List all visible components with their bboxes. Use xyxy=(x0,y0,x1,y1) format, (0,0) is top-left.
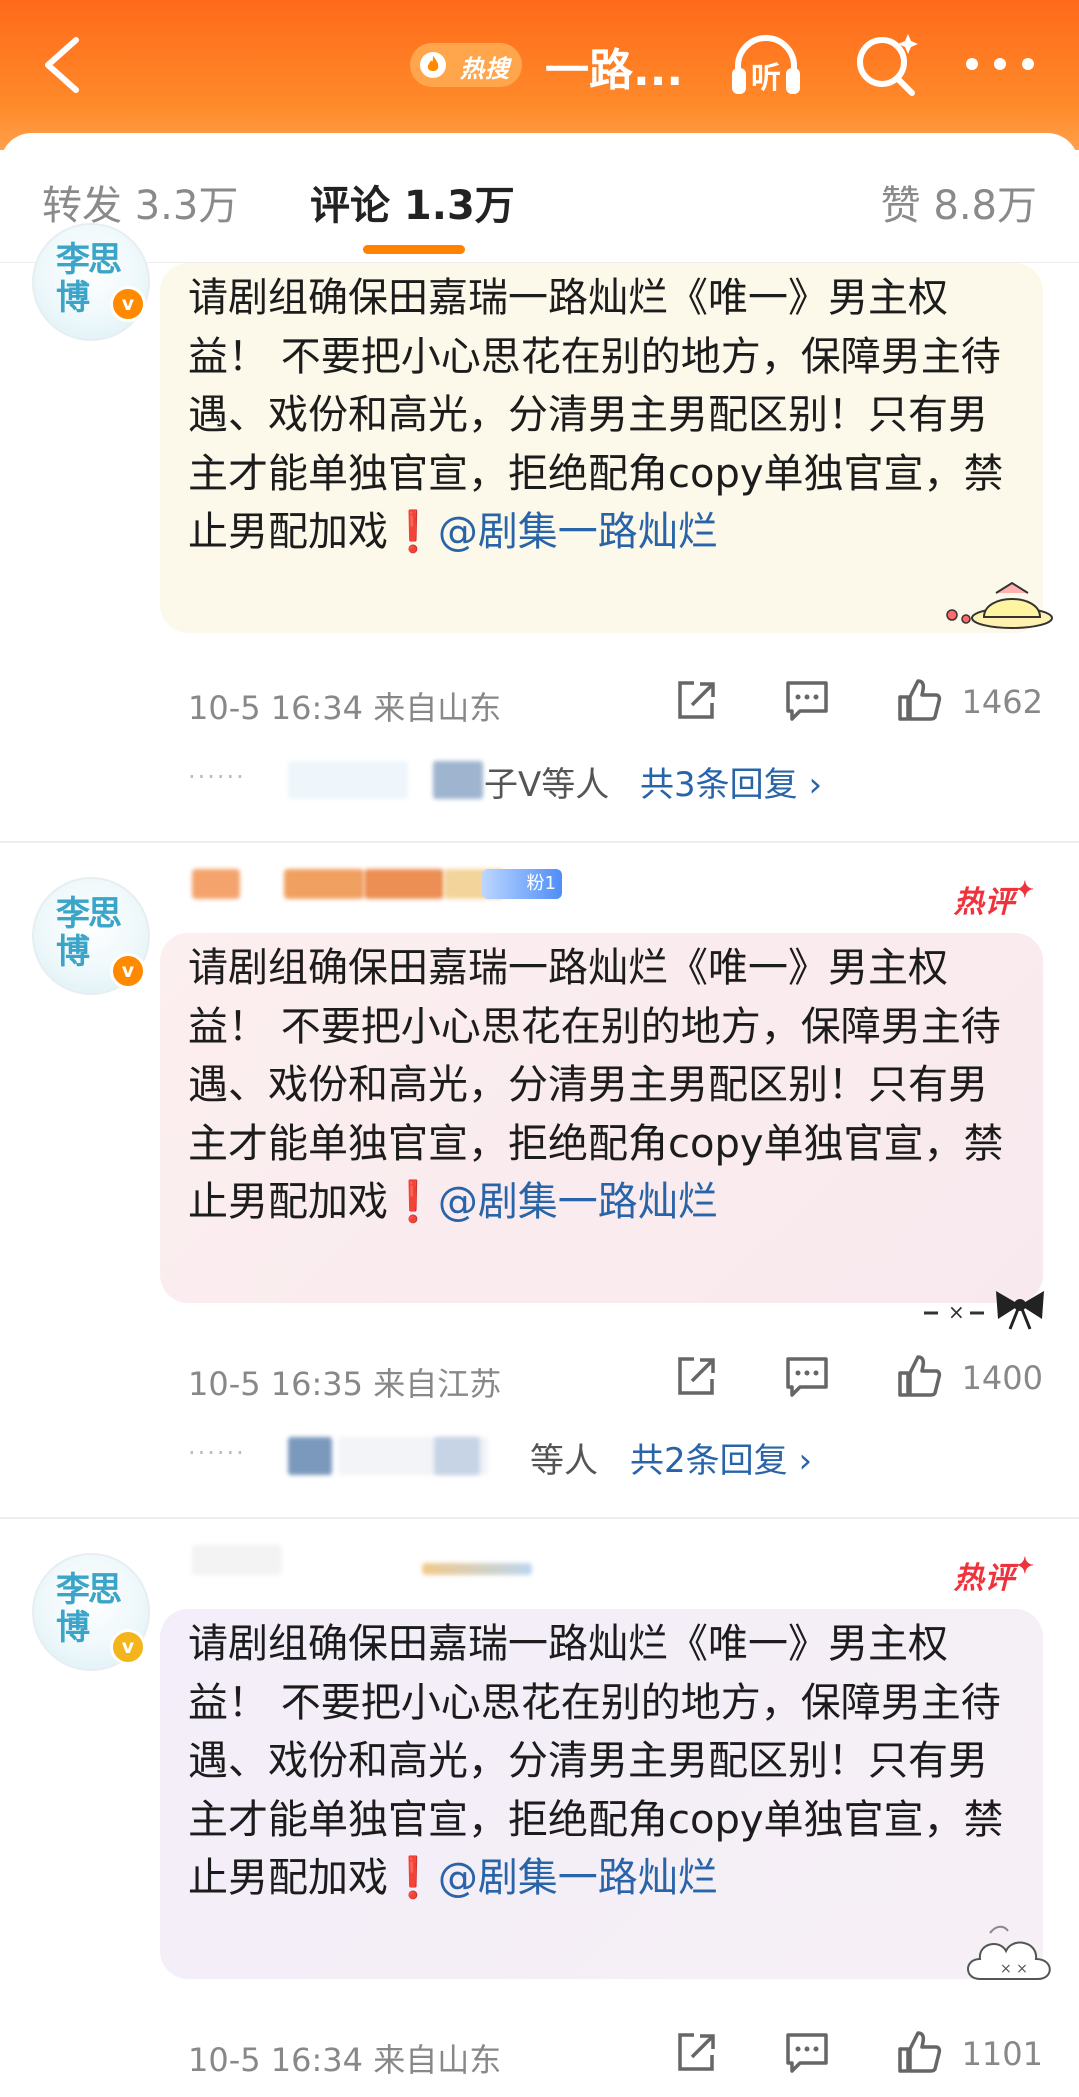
tab-comments[interactable]: 评论 1.3万 xyxy=(310,173,515,231)
bow-sticker-icon: × xyxy=(924,1291,1044,1330)
comment-meta: 10-5 16:34 来自山东 1462 xyxy=(188,677,1043,727)
reply-icon[interactable] xyxy=(784,2029,830,2075)
reply-icon[interactable] xyxy=(784,677,830,723)
flame-icon xyxy=(420,52,446,78)
like-icon[interactable] xyxy=(896,2029,942,2075)
blurred-username xyxy=(192,869,240,899)
comment-text: 请剧组确保田嘉瑞一路灿烂《唯一》男主权益！ 不要把小心思花在别的地方，保障男主待… xyxy=(188,1615,1018,1908)
back-button[interactable] xyxy=(36,30,96,100)
comment-time-location: 10-5 16:34 来自山东 xyxy=(188,689,502,727)
reply-divider: ······ xyxy=(188,763,246,791)
view-replies-link[interactable]: 共2条回复 › xyxy=(630,1433,812,1482)
tab-repost[interactable]: 转发 3.3万 xyxy=(42,173,238,231)
like-count: 1400 xyxy=(961,1359,1043,1397)
verified-badge-icon: v xyxy=(110,953,146,989)
more-button[interactable] xyxy=(960,52,1040,76)
page-title: 一路... xyxy=(545,45,684,96)
mention-link[interactable]: @剧集一路灿烂 xyxy=(438,1179,718,1225)
reply-icon[interactable] xyxy=(784,1353,830,1399)
exclamation-icon: ❗ xyxy=(388,1179,438,1225)
hot-comment-tag: 热评✦ xyxy=(953,1553,1035,1596)
blurred-username xyxy=(284,869,364,899)
reply-summary[interactable]: ······ 等人 共2条回复 › xyxy=(188,1431,1043,1482)
cloud-sticker-icon: × × xyxy=(967,1925,1051,1980)
top-bar: 热搜 一路... 听 xyxy=(0,0,1079,150)
share-icon[interactable] xyxy=(672,1353,718,1399)
like-count: 1101 xyxy=(961,2035,1043,2073)
back-arrow-icon xyxy=(45,37,79,93)
active-tab-indicator xyxy=(363,245,465,254)
blurred-username xyxy=(192,1545,282,1575)
headphones-icon: 听 xyxy=(732,35,800,96)
like-count: 1462 xyxy=(961,683,1043,721)
blurred-username xyxy=(364,869,444,899)
more-dots-icon xyxy=(966,58,1034,70)
share-icon[interactable] xyxy=(672,2029,718,2075)
blurred-username xyxy=(434,1437,480,1475)
mention-link[interactable]: @剧集一路灿烂 xyxy=(438,1855,718,1901)
hot-search-chip[interactable]: 热搜 xyxy=(410,43,522,87)
listen-button[interactable]: 听 xyxy=(726,30,806,100)
reply-summary[interactable]: ······ 子V等人 共3条回复 › xyxy=(188,755,1043,806)
reply-names: 等人 xyxy=(530,1441,598,1481)
hot-search-label: 热搜 xyxy=(460,55,510,83)
tab-bar: 转发 3.3万 评论 1.3万 赞 8.8万 xyxy=(0,133,1079,263)
comment-meta: 10-5 16:35 来自江苏 1400 xyxy=(188,1353,1043,1403)
pudding-sticker-icon xyxy=(946,581,1053,629)
comment-text: 请剧组确保田嘉瑞一路灿烂《唯一》男主权益！ 不要把小心思花在别的地方，保障男主待… xyxy=(188,939,1018,1232)
comment-time-location: 10-5 16:35 来自江苏 xyxy=(188,1365,502,1403)
hot-comment-tag: 热评✦ xyxy=(953,877,1035,920)
blurred-username xyxy=(288,761,408,799)
view-replies-link[interactable]: 共3条回复 › xyxy=(640,757,822,806)
comment-meta: 10-5 16:34 来自山东 1101 xyxy=(188,2029,1043,2079)
share-icon[interactable] xyxy=(672,677,718,723)
svg-text:× ×: × × xyxy=(1000,1961,1028,1977)
blurred-username xyxy=(422,1563,532,1575)
mention-link[interactable]: @剧集一路灿烂 xyxy=(438,509,718,555)
exclamation-icon: ❗ xyxy=(388,1855,438,1901)
reply-divider: ······ xyxy=(188,1439,246,1467)
comment-time-location: 10-5 16:34 来自山东 xyxy=(188,2041,502,2079)
avatar[interactable]: 李思博 xyxy=(32,223,150,341)
tab-likes[interactable]: 赞 8.8万 xyxy=(881,173,1037,231)
verified-badge-icon: v xyxy=(110,1629,146,1665)
comment-text: 请剧组确保田嘉瑞一路灿烂《唯一》男主权益！ 不要把小心思花在别的地方，保障男主待… xyxy=(188,269,1018,562)
search-icon xyxy=(857,34,918,96)
fan-badge: 粉1 xyxy=(482,869,562,899)
blurred-username xyxy=(433,761,483,799)
verified-badge-icon: v xyxy=(110,286,146,322)
comment-item: 李思博 v 请剧组确保田嘉瑞一路灿烂《唯一》男主权益！ 不要把小心思花在别的地方… xyxy=(0,223,1079,843)
blurred-username xyxy=(288,1437,332,1475)
svg-text:×: × xyxy=(948,1300,965,1324)
like-icon[interactable] xyxy=(896,677,942,723)
search-button[interactable] xyxy=(850,28,922,100)
comment-item: 李思博 v 热评✦ 请剧组确保田嘉瑞一路灿烂《唯一》男主权益！ 不要把小心思花在… xyxy=(0,1519,1079,2097)
like-icon[interactable] xyxy=(896,1353,942,1399)
exclamation-icon: ❗ xyxy=(388,509,438,555)
comment-item: 李思博 v 粉1 热评✦ 请剧组确保田嘉瑞一路灿烂《唯一》男主权益！ 不要把小心… xyxy=(0,843,1079,1519)
listen-label: 听 xyxy=(751,61,781,96)
reply-names: 子V等人 xyxy=(484,765,610,805)
